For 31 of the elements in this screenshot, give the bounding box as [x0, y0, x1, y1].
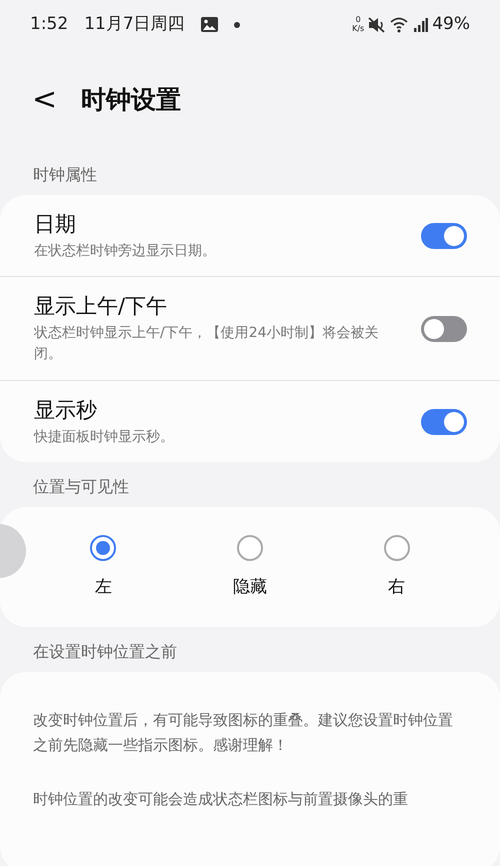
radio-button[interactable]: [236, 535, 263, 562]
section-header: 在设置时钟位置之前: [32, 640, 178, 663]
radio-button[interactable]: [90, 535, 116, 562]
setting-title: 显示秒: [34, 397, 98, 424]
radio-label: 右: [388, 576, 406, 600]
setting-title: 显示上午/下午: [34, 293, 168, 320]
battery-level: 49%: [432, 13, 470, 36]
setting-description: 状态栏时钟显示上午/下午，【使用24小时制】将会被关闭。: [34, 324, 380, 364]
setting-description: 在状态栏时钟旁边显示日期。: [34, 242, 217, 260]
radio-button[interactable]: [384, 535, 410, 562]
wifi-icon: [390, 17, 410, 33]
toggle-switch[interactable]: [421, 408, 467, 435]
note-text: 时钟位置的改变可能会造成状态栏图标与前置摄像头的重: [32, 788, 409, 810]
radio-label: 左: [94, 576, 112, 600]
toggle-switch[interactable]: [421, 316, 467, 342]
section-header: 时钟属性: [32, 164, 98, 186]
setting-title: 日期: [34, 211, 77, 238]
net-speed-value: 0: [356, 16, 361, 25]
signal-icon: [414, 18, 428, 32]
section-header: 位置与可见性: [32, 476, 130, 498]
clock-time: 1:52: [30, 13, 68, 36]
mute-icon: [368, 17, 386, 33]
note-text: 改变时钟位置后，有可能导致图标的重叠。建议您设置时钟位置之前先隐藏一些指示图标。感谢理解！: [32, 710, 454, 756]
radio-label: 隐藏: [232, 576, 267, 600]
setting-description: 快捷面板时钟显示秒。: [34, 428, 175, 447]
status-date: 11月7日周四: [84, 13, 185, 36]
back-button[interactable]: <: [22, 85, 68, 115]
net-speed-unit: K/s: [352, 25, 364, 34]
notification-dot-icon: [234, 22, 240, 28]
page-title: 时钟设置: [81, 84, 182, 116]
toggle-switch[interactable]: [421, 222, 467, 249]
